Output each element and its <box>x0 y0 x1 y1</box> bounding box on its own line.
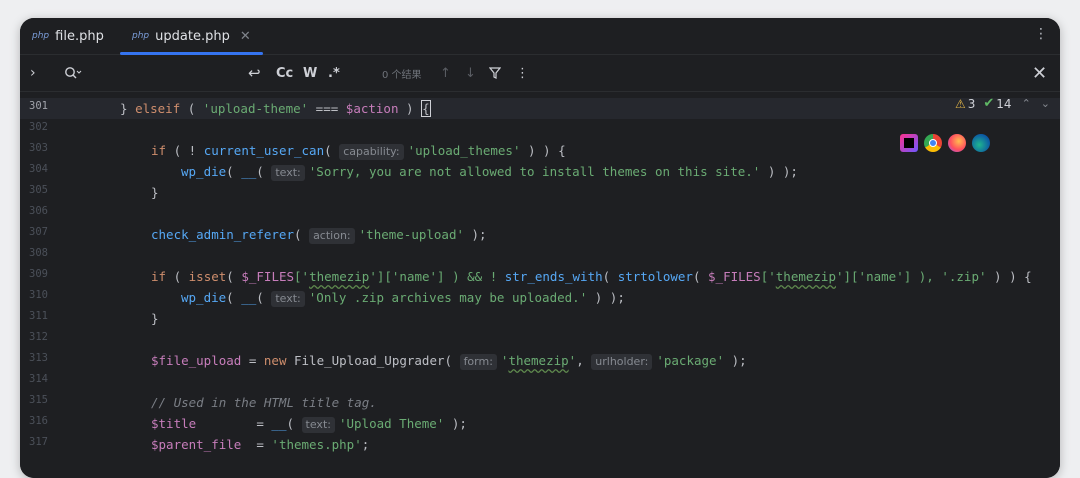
line-number: 304 <box>29 163 48 175</box>
new-line-icon[interactable]: ↩ <box>248 55 261 91</box>
line-number: 301 <box>29 100 48 112</box>
edge-icon[interactable] <box>972 134 990 152</box>
line-number: 315 <box>29 394 48 406</box>
line-number: 305 <box>29 184 48 196</box>
firefox-icon[interactable] <box>948 134 966 152</box>
code-line-304: wp_die( __( text: 'Sorry, you are not all… <box>181 164 798 181</box>
search-history-icon[interactable] <box>64 55 82 91</box>
line-number: 302 <box>29 121 48 133</box>
line-number: 306 <box>29 205 48 217</box>
parameter-hint: form: <box>459 354 497 370</box>
ok-count: 14 <box>996 96 1012 111</box>
line-number: 309 <box>29 268 48 280</box>
parameter-hint: text: <box>271 291 305 307</box>
close-icon[interactable]: ✕ <box>1032 55 1047 91</box>
code-editor[interactable]: 301 302 303 304 305 306 307 308 309 310 … <box>20 92 1060 478</box>
match-case-button[interactable]: Cc <box>276 55 293 91</box>
code-line-301: } elseif ( 'upload-theme' === $action ) … <box>120 100 431 117</box>
code-line-310: wp_die( __( text: 'Only .zip archives may… <box>181 290 625 307</box>
phpstorm-icon[interactable] <box>900 134 918 152</box>
tab-update-php[interactable]: php update.php ✕ <box>120 18 263 55</box>
code-line-305: } <box>151 185 159 200</box>
tab-label: file.php <box>55 28 104 44</box>
parameter-hint: urlholder: <box>591 354 653 370</box>
code-line-316: $title = __( text: 'Upload Theme' ); <box>151 416 467 433</box>
code-line-307: check_admin_referer( action:'theme-uploa… <box>151 227 487 244</box>
line-number: 313 <box>29 352 48 364</box>
line-number: 308 <box>29 247 48 259</box>
editor-window: php file.php php update.php ✕ ⋮ › ↩ Cc W… <box>20 18 1060 478</box>
previous-occurrence-icon[interactable]: ↑ <box>440 55 451 91</box>
code-line-313: $file_upload = new File_Upload_Upgrader(… <box>151 353 747 370</box>
words-button[interactable]: W <box>303 55 317 91</box>
close-icon[interactable]: ✕ <box>240 29 251 44</box>
find-bar: › ↩ Cc W .* 0 个结果 ↑ ↓ ⋮ ✕ <box>20 55 1060 92</box>
code-line-309: if ( isset( $_FILES['themezip']['name'] … <box>151 269 1032 284</box>
find-results: 0 个结果 <box>382 69 422 81</box>
more-options-icon[interactable]: ⋮ <box>516 55 529 91</box>
chevron-up-icon[interactable]: ⌃ <box>1022 97 1031 110</box>
open-in-browser-bar <box>900 134 990 152</box>
chrome-icon[interactable] <box>924 134 942 152</box>
line-number: 314 <box>29 373 48 385</box>
tab-file-php[interactable]: php file.php <box>32 18 104 54</box>
filter-icon[interactable] <box>489 55 501 91</box>
tab-label: update.php <box>155 28 230 44</box>
code-line-315: // Used in the HTML title tag. <box>151 395 377 410</box>
line-number-gutter: 301 302 303 304 305 306 307 308 309 310 … <box>20 92 90 478</box>
tab-bar: php file.php php update.php ✕ ⋮ <box>20 18 1060 55</box>
inspection-widget[interactable]: ⚠ 3 ✔ 14 ⌃ ⌄ <box>955 96 1050 111</box>
line-number: 307 <box>29 226 48 238</box>
code-line-317: $parent_file = 'themes.php'; <box>151 437 370 452</box>
more-options-icon[interactable]: ⋮ <box>1034 26 1048 42</box>
line-number: 311 <box>29 310 48 322</box>
regex-button[interactable]: .* <box>328 55 340 91</box>
line-number: 317 <box>29 436 48 448</box>
parameter-hint: text: <box>301 417 335 433</box>
warning-count: 3 <box>967 96 976 111</box>
chevron-down-icon[interactable]: ⌄ <box>1041 97 1050 110</box>
php-file-icon: php <box>32 31 50 41</box>
check-icon: ✔ <box>983 96 995 111</box>
next-occurrence-icon[interactable]: ↓ <box>465 55 476 91</box>
php-file-icon: php <box>132 31 150 41</box>
parameter-hint: text: <box>271 165 305 181</box>
line-number: 303 <box>29 142 48 154</box>
code-line-311: } <box>151 311 159 326</box>
parameter-hint: action: <box>309 228 355 244</box>
line-number: 310 <box>29 289 48 301</box>
parameter-hint: capability: <box>339 144 404 160</box>
line-number: 316 <box>29 415 48 427</box>
code-line-303: if ( ! current_user_can( capability:'upl… <box>151 143 566 160</box>
line-number: 312 <box>29 331 48 343</box>
expand-replace-icon[interactable]: › <box>30 55 36 91</box>
warning-icon: ⚠ <box>954 96 966 111</box>
